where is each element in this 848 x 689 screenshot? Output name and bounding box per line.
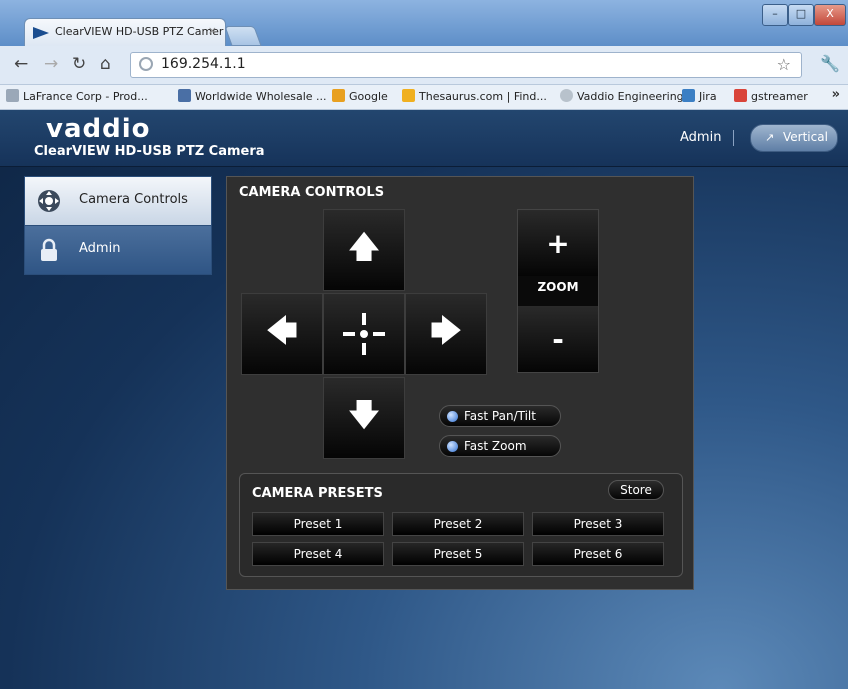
camera-presets-title: CAMERA PRESETS bbox=[252, 486, 383, 501]
browser-tab[interactable]: ClearVIEW HD-USB PTZ Camer × bbox=[24, 18, 226, 47]
camera-controls-panel: CAMERA CONTROLS 🡅 🡄 🡆 🡇 + ZOOM - Fast Pa… bbox=[226, 176, 694, 590]
home-icon[interactable]: ⌂ bbox=[100, 54, 111, 74]
url-text: 169.254.1.1 bbox=[161, 56, 246, 72]
thesaurus-icon bbox=[402, 89, 415, 102]
bookmark-item[interactable]: gstreamer bbox=[734, 89, 808, 103]
maximize-button[interactable]: □ bbox=[788, 4, 814, 26]
jira-icon bbox=[682, 89, 695, 102]
gstreamer-icon bbox=[734, 89, 747, 102]
bookmark-item[interactable]: Google bbox=[332, 89, 388, 103]
page-content: vaddio ClearVIEW HD-USB PTZ Camera Admin… bbox=[0, 110, 848, 689]
sidebar-item-camera-controls[interactable]: Camera Controls bbox=[24, 176, 212, 226]
more-bookmarks-icon[interactable]: » bbox=[832, 87, 840, 102]
tab-close-icon[interactable]: × bbox=[208, 24, 217, 37]
app-header: vaddio ClearVIEW HD-USB PTZ Camera Admin… bbox=[0, 110, 848, 167]
zoom-label: ZOOM bbox=[537, 280, 579, 294]
up-arrow-icon: 🡅 bbox=[348, 229, 380, 265]
zoom-out-button[interactable]: - bbox=[518, 306, 598, 372]
left-arrow-icon: 🡄 bbox=[266, 313, 298, 349]
toggle-indicator-icon bbox=[447, 441, 458, 452]
sidebar-item-admin[interactable]: Admin bbox=[24, 226, 212, 275]
minimize-button[interactable]: – bbox=[762, 4, 788, 26]
preset-6-button[interactable]: Preset 6 bbox=[532, 542, 664, 566]
close-window-button[interactable]: X bbox=[814, 4, 846, 26]
admin-link[interactable]: Admin bbox=[680, 130, 721, 145]
camera-controls-title: CAMERA CONTROLS bbox=[239, 185, 385, 200]
pan-up-button[interactable]: 🡅 bbox=[323, 209, 405, 291]
preset-2-button[interactable]: Preset 2 bbox=[392, 512, 524, 536]
down-arrow-icon: 🡇 bbox=[348, 397, 380, 433]
fast-zoom-toggle[interactable]: Fast Zoom bbox=[439, 435, 561, 457]
preset-1-button[interactable]: Preset 1 bbox=[252, 512, 384, 536]
bookmark-item[interactable]: Worldwide Wholesale ... bbox=[178, 89, 327, 103]
google-icon bbox=[332, 89, 345, 102]
reload-icon[interactable]: ↻ bbox=[72, 54, 86, 74]
bookmark-item[interactable]: Jira bbox=[682, 89, 717, 103]
bookmark-item[interactable]: LaFrance Corp - Prod... bbox=[6, 89, 148, 103]
monitor-icon bbox=[178, 89, 191, 102]
globe-icon bbox=[560, 89, 573, 102]
plus-icon: + bbox=[546, 226, 570, 260]
product-subtitle: ClearVIEW HD-USB PTZ Camera bbox=[34, 144, 265, 159]
preset-4-button[interactable]: Preset 4 bbox=[252, 542, 384, 566]
sidebar: Camera Controls Admin bbox=[24, 176, 212, 275]
bookmark-star-icon[interactable]: ☆ bbox=[777, 55, 791, 74]
browser-toolbar: ← → ↻ ⌂ 169.254.1.1 ☆ bbox=[0, 46, 848, 85]
page-icon bbox=[6, 89, 19, 102]
preset-5-button[interactable]: Preset 5 bbox=[392, 542, 524, 566]
lock-icon bbox=[41, 238, 57, 261]
header-divider bbox=[733, 130, 734, 146]
pan-left-button[interactable]: 🡄 bbox=[241, 293, 323, 375]
preset-3-button[interactable]: Preset 3 bbox=[532, 512, 664, 536]
zoom-control: + ZOOM - bbox=[517, 209, 599, 373]
bookmark-item[interactable]: Thesaurus.com | Find... bbox=[402, 89, 547, 103]
forward-arrow-icon[interactable]: → bbox=[44, 54, 58, 74]
vertical-button[interactable]: ↗ Vertical bbox=[750, 124, 838, 152]
right-arrow-icon: 🡆 bbox=[430, 313, 462, 349]
vaddio-logo: vaddio bbox=[46, 114, 151, 144]
camera-presets-section: CAMERA PRESETS Store Preset 1 Preset 2 P… bbox=[239, 473, 683, 577]
new-tab-button[interactable] bbox=[224, 26, 262, 46]
zoom-in-button[interactable]: + bbox=[518, 210, 598, 276]
back-arrow-icon[interactable]: ← bbox=[14, 54, 28, 74]
tab-title: ClearVIEW HD-USB PTZ Camer bbox=[55, 25, 224, 38]
camera-controls-icon bbox=[38, 190, 60, 212]
wrench-menu-icon[interactable]: 🔧 bbox=[820, 54, 840, 73]
pan-down-button[interactable]: 🡇 bbox=[323, 377, 405, 459]
pan-right-button[interactable]: 🡆 bbox=[405, 293, 487, 375]
page-info-icon[interactable] bbox=[139, 57, 153, 71]
minus-icon: - bbox=[552, 322, 564, 356]
vertical-arrow-icon: ↗ bbox=[765, 131, 775, 144]
toggle-indicator-icon bbox=[447, 411, 458, 422]
bookmarks-bar: LaFrance Corp - Prod... Worldwide Wholes… bbox=[0, 85, 848, 110]
home-center-button[interactable] bbox=[323, 293, 405, 375]
store-preset-button[interactable]: Store bbox=[608, 480, 664, 500]
crosshair-icon bbox=[343, 313, 385, 355]
fast-pan-tilt-toggle[interactable]: Fast Pan/Tilt bbox=[439, 405, 561, 427]
vaddio-favicon-icon bbox=[33, 27, 49, 39]
browser-titlebar: ClearVIEW HD-USB PTZ Camer × – □ X bbox=[0, 0, 848, 47]
address-bar[interactable]: 169.254.1.1 ☆ bbox=[130, 52, 802, 78]
bookmark-item[interactable]: Vaddio Engineering bbox=[560, 89, 684, 103]
